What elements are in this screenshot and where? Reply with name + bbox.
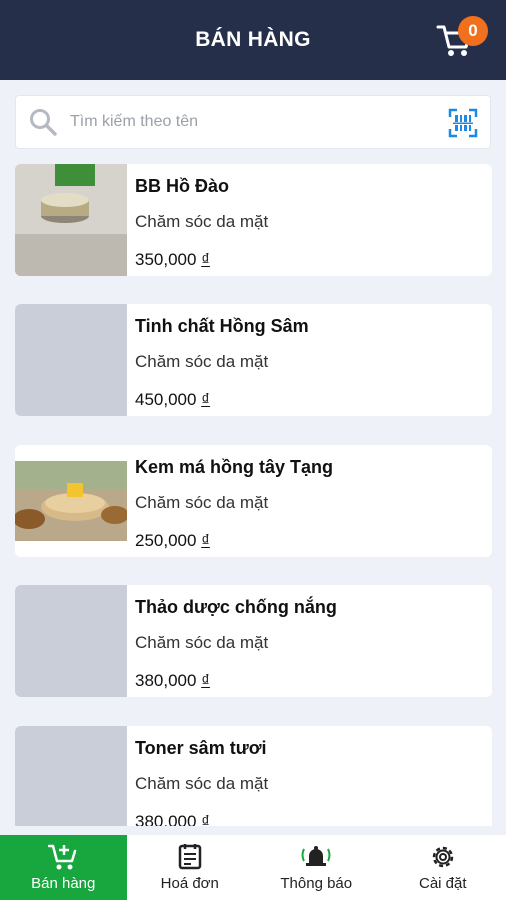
nav-item-notifications[interactable]: Thông báo [253,835,380,900]
product-thumbnail [15,726,127,826]
product-price: 350,000 ₫ [135,250,210,269]
gear-icon [432,846,453,868]
product-card[interactable]: Kem má hồng tây Tạng Chăm sóc da mặt 250… [15,445,492,557]
product-price: 450,000 ₫ [135,390,210,409]
product-name: BB Hồ Đào [135,176,229,196]
nav-label: Hoá đơn [160,875,219,892]
product-category: Chăm sóc da mặt [135,493,269,512]
product-card[interactable]: Thảo dược chống nắng Chăm sóc da mặt 380… [15,585,492,697]
product-price: 250,000 ₫ [135,531,210,550]
nav-label: Bán hàng [31,875,96,892]
product-thumbnail [15,164,127,276]
product-thumbnail [15,445,127,557]
nav-label: Cài đặt [418,875,467,892]
product-card[interactable]: BB Hồ Đào Chăm sóc da mặt 350,000 ₫ [15,164,492,276]
sales-screen: BÁN HÀNG 0 Tìm kiếm theo tên BB Hồ Đào C… [0,0,506,900]
cart-plus-icon [48,844,77,870]
nav-item-settings[interactable]: Cài đặt [380,835,506,900]
nav-label: Thông báo [280,875,353,892]
page-title: BÁN HÀNG [195,28,311,51]
product-image-herbs [15,445,127,557]
search-icon [30,109,57,136]
product-card[interactable]: Toner sâm tươi Chăm sóc da mặt 380,000 ₫ [15,726,492,826]
bottom-navigation: Bán hàng Hoá đơn Thông báo Cài đặt [0,835,506,900]
product-name: Tinh chất Hồng Sâm [135,316,309,336]
product-category: Chăm sóc da mặt [135,352,269,371]
cart-count-badge: 0 [458,16,488,46]
product-list: BB Hồ Đào Chăm sóc da mặt 350,000 ₫ Tinh… [15,164,492,826]
product-thumbnail [15,304,127,416]
product-card[interactable]: Tinh chất Hồng Sâm Chăm sóc da mặt 450,0… [15,304,492,416]
app-header: BÁN HÀNG 0 [0,0,506,80]
product-category: Chăm sóc da mặt [135,774,269,793]
bell-icon [301,846,331,866]
product-name: Thảo dược chống nắng [135,597,337,617]
product-category: Chăm sóc da mặt [135,212,269,231]
product-thumbnail [15,585,127,697]
product-price: 380,000 ₫ [135,671,210,690]
product-name: Toner sâm tươi [135,738,267,758]
search-bar [15,95,491,149]
product-image-jar [15,164,127,276]
product-category: Chăm sóc da mặt [135,633,269,652]
nav-item-invoices[interactable]: Hoá đơn [127,835,254,900]
product-name: Kem má hồng tây Tạng [135,457,334,477]
search-input[interactable] [70,113,430,131]
barcode-scan-icon[interactable] [448,108,478,138]
receipt-icon [178,844,201,870]
cart-button[interactable]: 0 [436,16,488,62]
nav-item-sales[interactable]: Bán hàng [0,835,127,900]
product-price: 380,000 ₫ [135,812,210,826]
